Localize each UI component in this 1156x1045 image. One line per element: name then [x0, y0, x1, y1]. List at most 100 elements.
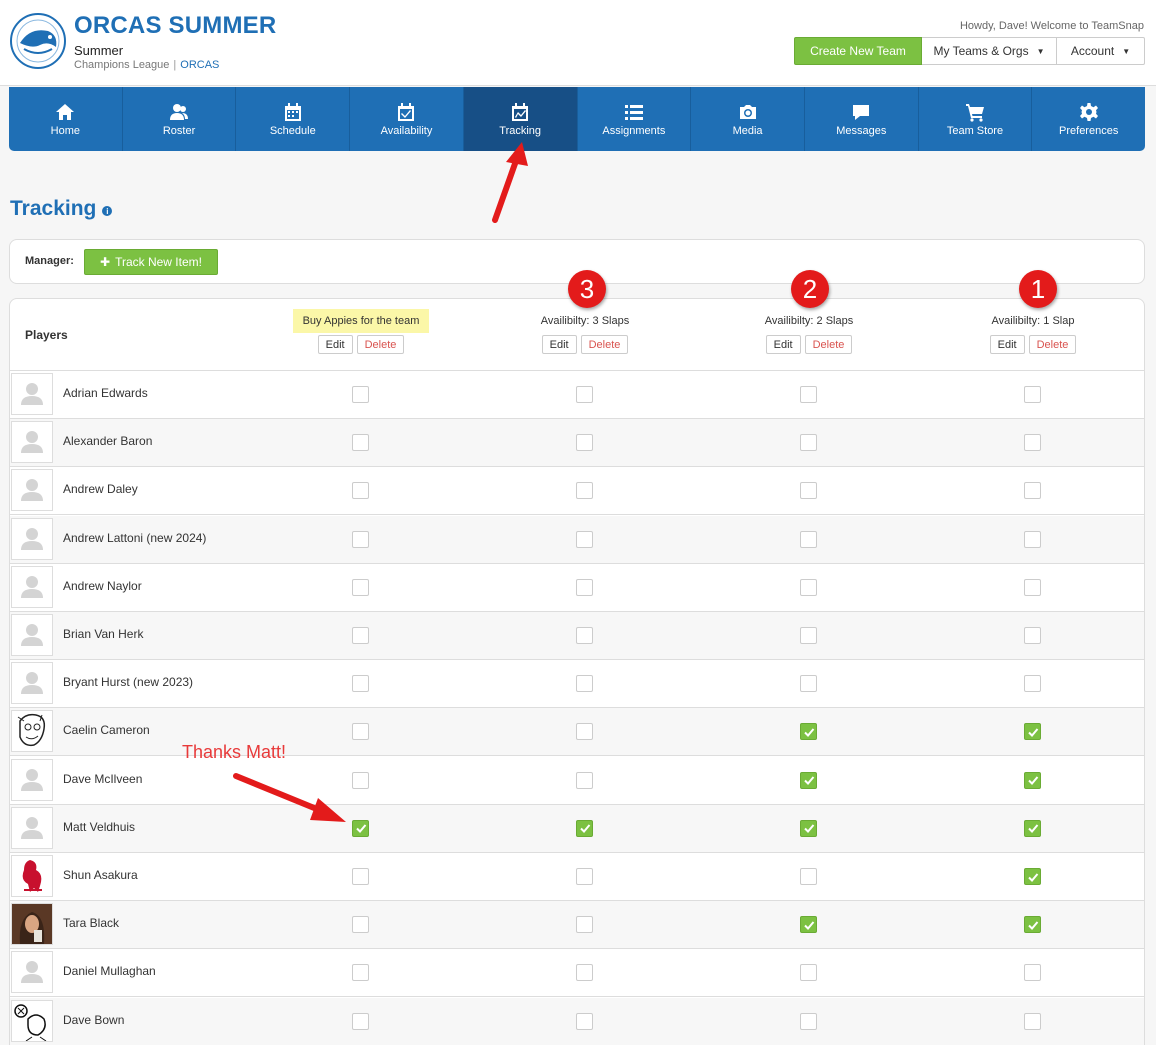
tracking-checkbox[interactable]	[576, 1012, 593, 1030]
tracking-checkbox[interactable]	[352, 627, 369, 644]
info-icon[interactable]: i	[102, 206, 113, 216]
edit-item-button[interactable]: Edit	[541, 335, 577, 354]
tracking-checkbox[interactable]	[800, 627, 817, 644]
tracking-checkbox[interactable]	[576, 675, 593, 693]
tracking-checkbox[interactable]	[576, 434, 593, 452]
avatar[interactable]	[11, 758, 53, 801]
tracking-checkbox[interactable]	[352, 723, 369, 741]
tracking-checkbox[interactable]	[1024, 482, 1041, 500]
avatar[interactable]	[11, 373, 53, 415]
org-link[interactable]: ORCAS	[180, 59, 219, 71]
avatar[interactable]	[11, 517, 53, 560]
tracking-checkbox[interactable]	[352, 578, 369, 596]
tracking-checkbox[interactable]	[800, 530, 817, 548]
player-name[interactable]: Tara Black	[63, 916, 119, 930]
tracking-checkbox[interactable]	[1024, 627, 1041, 644]
avatar[interactable]	[11, 903, 53, 946]
tracking-checkbox[interactable]	[1024, 1012, 1041, 1030]
edit-item-button[interactable]: Edit	[317, 335, 353, 354]
tracking-checkbox[interactable]	[352, 916, 369, 934]
tracking-checkbox[interactable]	[352, 530, 369, 548]
tracking-checkbox[interactable]	[576, 771, 593, 789]
player-name[interactable]: Caelin Cameron	[63, 723, 150, 737]
avatar[interactable]	[11, 469, 53, 512]
tracking-checkbox[interactable]	[576, 723, 593, 741]
team-logo[interactable]	[10, 13, 66, 69]
tracking-checkbox[interactable]	[1024, 386, 1041, 403]
tracking-checkbox[interactable]	[1024, 771, 1041, 789]
player-name[interactable]: Shun Asakura	[63, 868, 138, 882]
team-name[interactable]: ORCAS SUMMER	[74, 12, 276, 40]
account-dropdown[interactable]: Account ▼	[1057, 37, 1145, 65]
tracking-checkbox[interactable]	[800, 916, 817, 934]
delete-item-button[interactable]: Delete	[356, 335, 405, 354]
nav-home[interactable]: Home	[9, 87, 123, 151]
tracking-checkbox[interactable]	[800, 819, 817, 837]
tracking-checkbox[interactable]	[352, 482, 369, 500]
tracking-checkbox[interactable]	[800, 578, 817, 596]
avatar[interactable]	[11, 806, 53, 849]
player-name[interactable]: Matt Veldhuis	[63, 820, 135, 834]
player-name[interactable]: Adrian Edwards	[63, 386, 148, 400]
tracking-checkbox[interactable]	[1024, 434, 1041, 452]
tracking-checkbox[interactable]	[1024, 916, 1041, 934]
tracking-checkbox[interactable]	[800, 1012, 817, 1030]
nav-availability[interactable]: Availability	[350, 87, 464, 151]
nav-roster[interactable]: Roster	[123, 87, 237, 151]
nav-schedule[interactable]: Schedule	[236, 87, 351, 151]
avatar[interactable]	[11, 565, 53, 608]
avatar[interactable]	[11, 999, 53, 1042]
avatar[interactable]	[11, 710, 53, 753]
tracking-checkbox[interactable]	[1024, 675, 1041, 693]
delete-item-button[interactable]: Delete	[580, 335, 629, 354]
tracking-checkbox[interactable]	[1024, 819, 1041, 837]
tracking-checkbox[interactable]	[800, 675, 817, 693]
player-name[interactable]: Dave Bown	[63, 1013, 124, 1027]
tracking-checkbox[interactable]	[800, 723, 817, 741]
tracking-checkbox[interactable]	[1024, 578, 1041, 596]
delete-item-button[interactable]: Delete	[804, 335, 853, 354]
tracking-checkbox[interactable]	[576, 916, 593, 934]
player-name[interactable]: Alexander Baron	[63, 434, 152, 448]
tracking-checkbox[interactable]	[1024, 723, 1041, 741]
track-new-item-button[interactable]: ✚ Track New Item!	[84, 249, 218, 275]
tracking-checkbox[interactable]	[352, 819, 369, 837]
tracking-checkbox[interactable]	[352, 964, 369, 982]
tracking-checkbox[interactable]	[576, 964, 593, 982]
avatar[interactable]	[11, 855, 53, 897]
nav-preferences[interactable]: Preferences	[1032, 87, 1145, 151]
player-name[interactable]: Bryant Hurst (new 2023)	[63, 675, 193, 689]
nav-team-store[interactable]: Team Store	[919, 87, 1033, 151]
nav-media[interactable]: Media	[691, 87, 805, 151]
delete-item-button[interactable]: Delete	[1028, 335, 1077, 354]
tracking-checkbox[interactable]	[800, 386, 817, 403]
tracking-checkbox[interactable]	[352, 434, 369, 452]
tracking-checkbox[interactable]	[352, 386, 369, 403]
tracking-checkbox[interactable]	[800, 868, 817, 885]
my-teams-dropdown[interactable]: My Teams & Orgs ▼	[922, 37, 1057, 65]
player-name[interactable]: Andrew Lattoni (new 2024)	[63, 531, 206, 545]
tracking-checkbox[interactable]	[352, 675, 369, 693]
avatar[interactable]	[11, 421, 53, 464]
tracking-checkbox[interactable]	[1024, 964, 1041, 982]
tracking-checkbox[interactable]	[352, 868, 369, 885]
tracking-checkbox[interactable]	[800, 771, 817, 789]
tracking-checkbox[interactable]	[800, 482, 817, 500]
player-name[interactable]: Brian Van Herk	[63, 627, 143, 641]
create-new-team-button[interactable]: Create New Team	[794, 37, 922, 65]
edit-item-button[interactable]: Edit	[765, 335, 801, 354]
avatar[interactable]	[11, 662, 53, 705]
tracking-checkbox[interactable]	[576, 386, 593, 403]
player-name[interactable]: Andrew Daley	[63, 482, 138, 496]
tracking-checkbox[interactable]	[576, 530, 593, 548]
tracking-checkbox[interactable]	[576, 868, 593, 885]
tracking-checkbox[interactable]	[576, 819, 593, 837]
tracking-checkbox[interactable]	[352, 771, 369, 789]
tracking-checkbox[interactable]	[576, 482, 593, 500]
edit-item-button[interactable]: Edit	[989, 335, 1025, 354]
tracking-checkbox[interactable]	[800, 434, 817, 452]
player-name[interactable]: Andrew Naylor	[63, 579, 142, 593]
nav-assignments[interactable]: Assignments	[578, 87, 692, 151]
tracking-checkbox[interactable]	[1024, 868, 1041, 885]
player-name[interactable]: Daniel Mullaghan	[63, 964, 156, 978]
